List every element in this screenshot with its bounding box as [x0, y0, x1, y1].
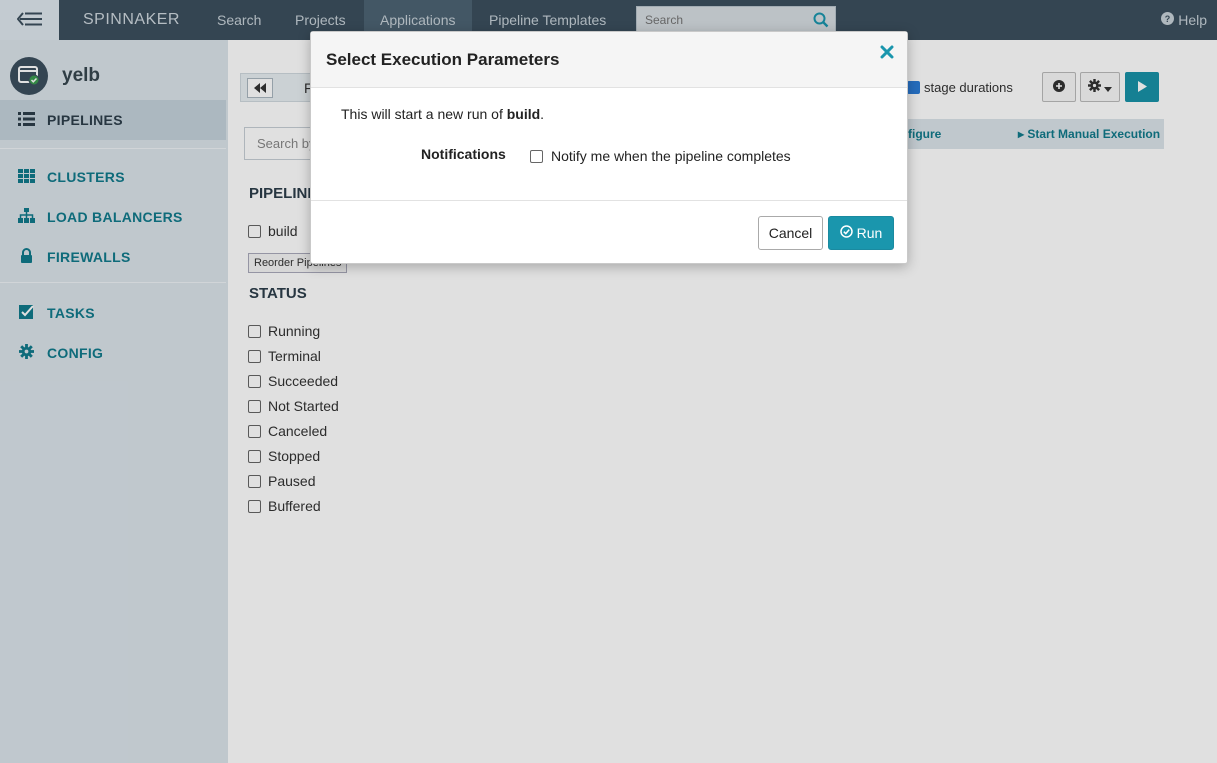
run-message: This will start a new run of build.: [341, 106, 544, 122]
run-button-label: Run: [856, 225, 883, 241]
close-icon[interactable]: [879, 44, 895, 60]
cancel-button[interactable]: Cancel: [758, 216, 823, 250]
notify-checkbox[interactable]: [530, 149, 543, 163]
run-pipeline-name: build: [506, 106, 541, 122]
modal-header: Select Execution Parameters: [311, 32, 907, 88]
notifications-label: Notifications: [421, 146, 506, 162]
modal-footer: Cancel Run: [311, 200, 907, 264]
run-button[interactable]: Run: [828, 216, 894, 250]
modal-title: Select Execution Parameters: [326, 50, 560, 69]
run-message-prefix: This will start a new run of: [341, 106, 507, 122]
notify-option[interactable]: Notify me when the pipeline completes: [530, 148, 791, 164]
modal-body: This will start a new run of build. Noti…: [311, 88, 907, 200]
execution-parameters-modal: Select Execution Parameters This will st…: [310, 31, 908, 264]
check-circle-icon: [839, 225, 853, 241]
run-message-suffix: .: [540, 106, 545, 122]
notify-option-label: Notify me when the pipeline completes: [551, 148, 791, 164]
